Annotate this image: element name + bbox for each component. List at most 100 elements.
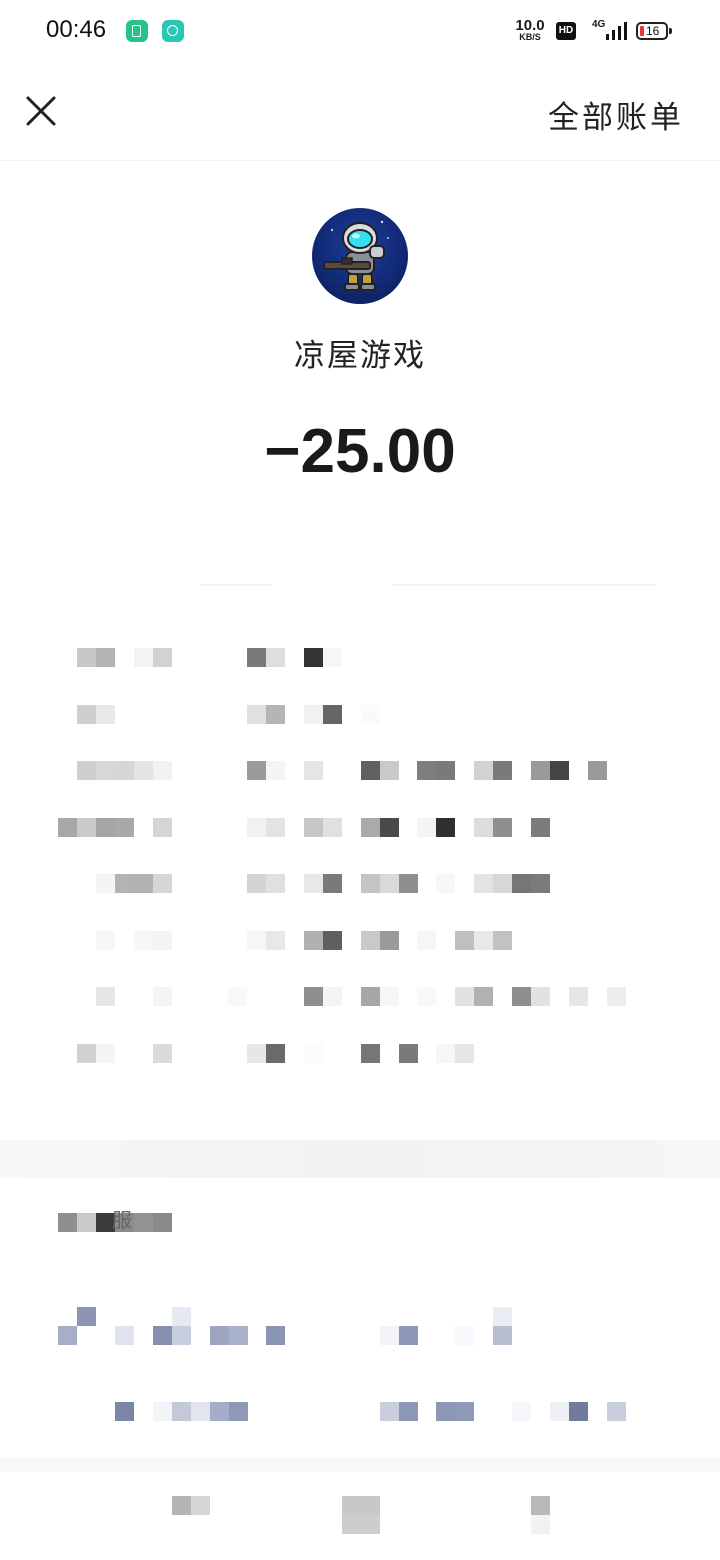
status-time: 00:46 <box>46 16 107 43</box>
mosaic-block <box>96 931 115 950</box>
mosaic-block <box>493 1326 512 1345</box>
mosaic-block <box>399 1402 418 1421</box>
mosaic-block <box>153 874 172 893</box>
mosaic-block <box>134 648 153 667</box>
mosaic-block <box>493 1307 512 1326</box>
mosaic-block <box>247 648 266 667</box>
mosaic-block <box>77 648 96 667</box>
close-icon <box>26 96 56 126</box>
mosaic-block <box>607 987 626 1006</box>
mosaic-block <box>247 761 266 780</box>
mosaic-block <box>493 931 512 950</box>
mosaic-block <box>380 931 399 950</box>
hd-badge: HD <box>556 22 576 40</box>
mosaic-block <box>399 1044 418 1063</box>
mosaic-block <box>531 818 550 837</box>
battery-saver-app-icon <box>126 20 148 42</box>
all-bills-link[interactable]: 全部账单 <box>548 92 684 137</box>
battery-icon: 16 <box>636 22 672 40</box>
mosaic-block <box>115 818 134 837</box>
mosaic-block <box>361 761 380 780</box>
mosaic-block <box>96 874 115 893</box>
merchant-name: 凉屋游戏 <box>294 338 426 374</box>
mosaic-block <box>304 931 323 950</box>
mosaic-block <box>380 987 399 1006</box>
mosaic-block <box>229 1326 248 1345</box>
service-label-fragment: 服 <box>112 1208 132 1232</box>
mosaic-block <box>436 761 455 780</box>
mosaic-block <box>361 1515 380 1534</box>
mosaic-block <box>550 1402 569 1421</box>
mosaic-block <box>153 761 172 780</box>
mosaic-block <box>323 818 342 837</box>
mosaic-block <box>191 1402 210 1421</box>
section-separator <box>0 1140 720 1178</box>
mosaic-block <box>436 1402 455 1421</box>
mosaic-block <box>436 818 455 837</box>
mosaic-block <box>361 1044 380 1063</box>
mosaic-block <box>134 931 153 950</box>
mosaic-block <box>96 705 115 724</box>
mosaic-block <box>153 1326 172 1345</box>
mosaic-block <box>266 874 285 893</box>
merchant-avatar <box>312 208 408 304</box>
mosaic-block <box>531 1515 550 1534</box>
mosaic-block <box>77 1044 96 1063</box>
mosaic-block <box>77 1213 96 1232</box>
mosaic-block <box>134 874 153 893</box>
transaction-amount: −25.00 <box>264 417 456 486</box>
mosaic-block <box>134 1213 153 1232</box>
mosaic-block <box>247 874 266 893</box>
mosaic-block <box>531 987 550 1006</box>
mosaic-block <box>323 705 342 724</box>
mosaic-block <box>304 987 323 1006</box>
mosaic-block <box>115 1326 134 1345</box>
mosaic-block <box>380 1326 399 1345</box>
mosaic-block <box>323 648 342 667</box>
mosaic-block <box>323 874 342 893</box>
mosaic-block <box>77 1307 96 1326</box>
mosaic-block <box>342 1496 361 1515</box>
mosaic-block <box>304 874 323 893</box>
mosaic-block <box>115 1402 134 1421</box>
mosaic-block <box>247 1044 266 1063</box>
mosaic-block <box>115 761 134 780</box>
mosaic-block <box>512 874 531 893</box>
divider <box>200 584 272 586</box>
mosaic-block <box>153 1044 172 1063</box>
close-button[interactable] <box>20 90 62 132</box>
mosaic-block <box>417 987 436 1006</box>
mosaic-block <box>474 931 493 950</box>
mosaic-block <box>266 761 285 780</box>
mosaic-block <box>153 1213 172 1232</box>
bottom-separator <box>0 1458 720 1472</box>
mosaic-block <box>455 1044 474 1063</box>
mosaic-block <box>512 1402 531 1421</box>
top-bar: 全部账单 <box>0 64 720 161</box>
mosaic-block <box>304 818 323 837</box>
mosaic-block <box>304 705 323 724</box>
mosaic-block <box>436 1044 455 1063</box>
mosaic-block <box>455 931 474 950</box>
mosaic-block <box>266 818 285 837</box>
mosaic-block <box>153 1402 172 1421</box>
mosaic-block <box>569 1402 588 1421</box>
mosaic-block <box>172 1402 191 1421</box>
mosaic-block <box>380 818 399 837</box>
mosaic-block <box>77 818 96 837</box>
mosaic-block <box>380 874 399 893</box>
mosaic-block <box>399 874 418 893</box>
mosaic-block <box>588 761 607 780</box>
mosaic-block <box>569 987 588 1006</box>
mosaic-block <box>512 987 531 1006</box>
mosaic-block <box>266 1326 285 1345</box>
mosaic-block <box>455 1326 474 1345</box>
mosaic-block <box>474 874 493 893</box>
robot-character-icon <box>323 220 389 291</box>
mosaic-block <box>247 818 266 837</box>
mosaic-block <box>266 931 285 950</box>
mosaic-block <box>191 1496 210 1515</box>
mosaic-block <box>380 1402 399 1421</box>
mosaic-block <box>153 648 172 667</box>
mosaic-block <box>58 1213 77 1232</box>
